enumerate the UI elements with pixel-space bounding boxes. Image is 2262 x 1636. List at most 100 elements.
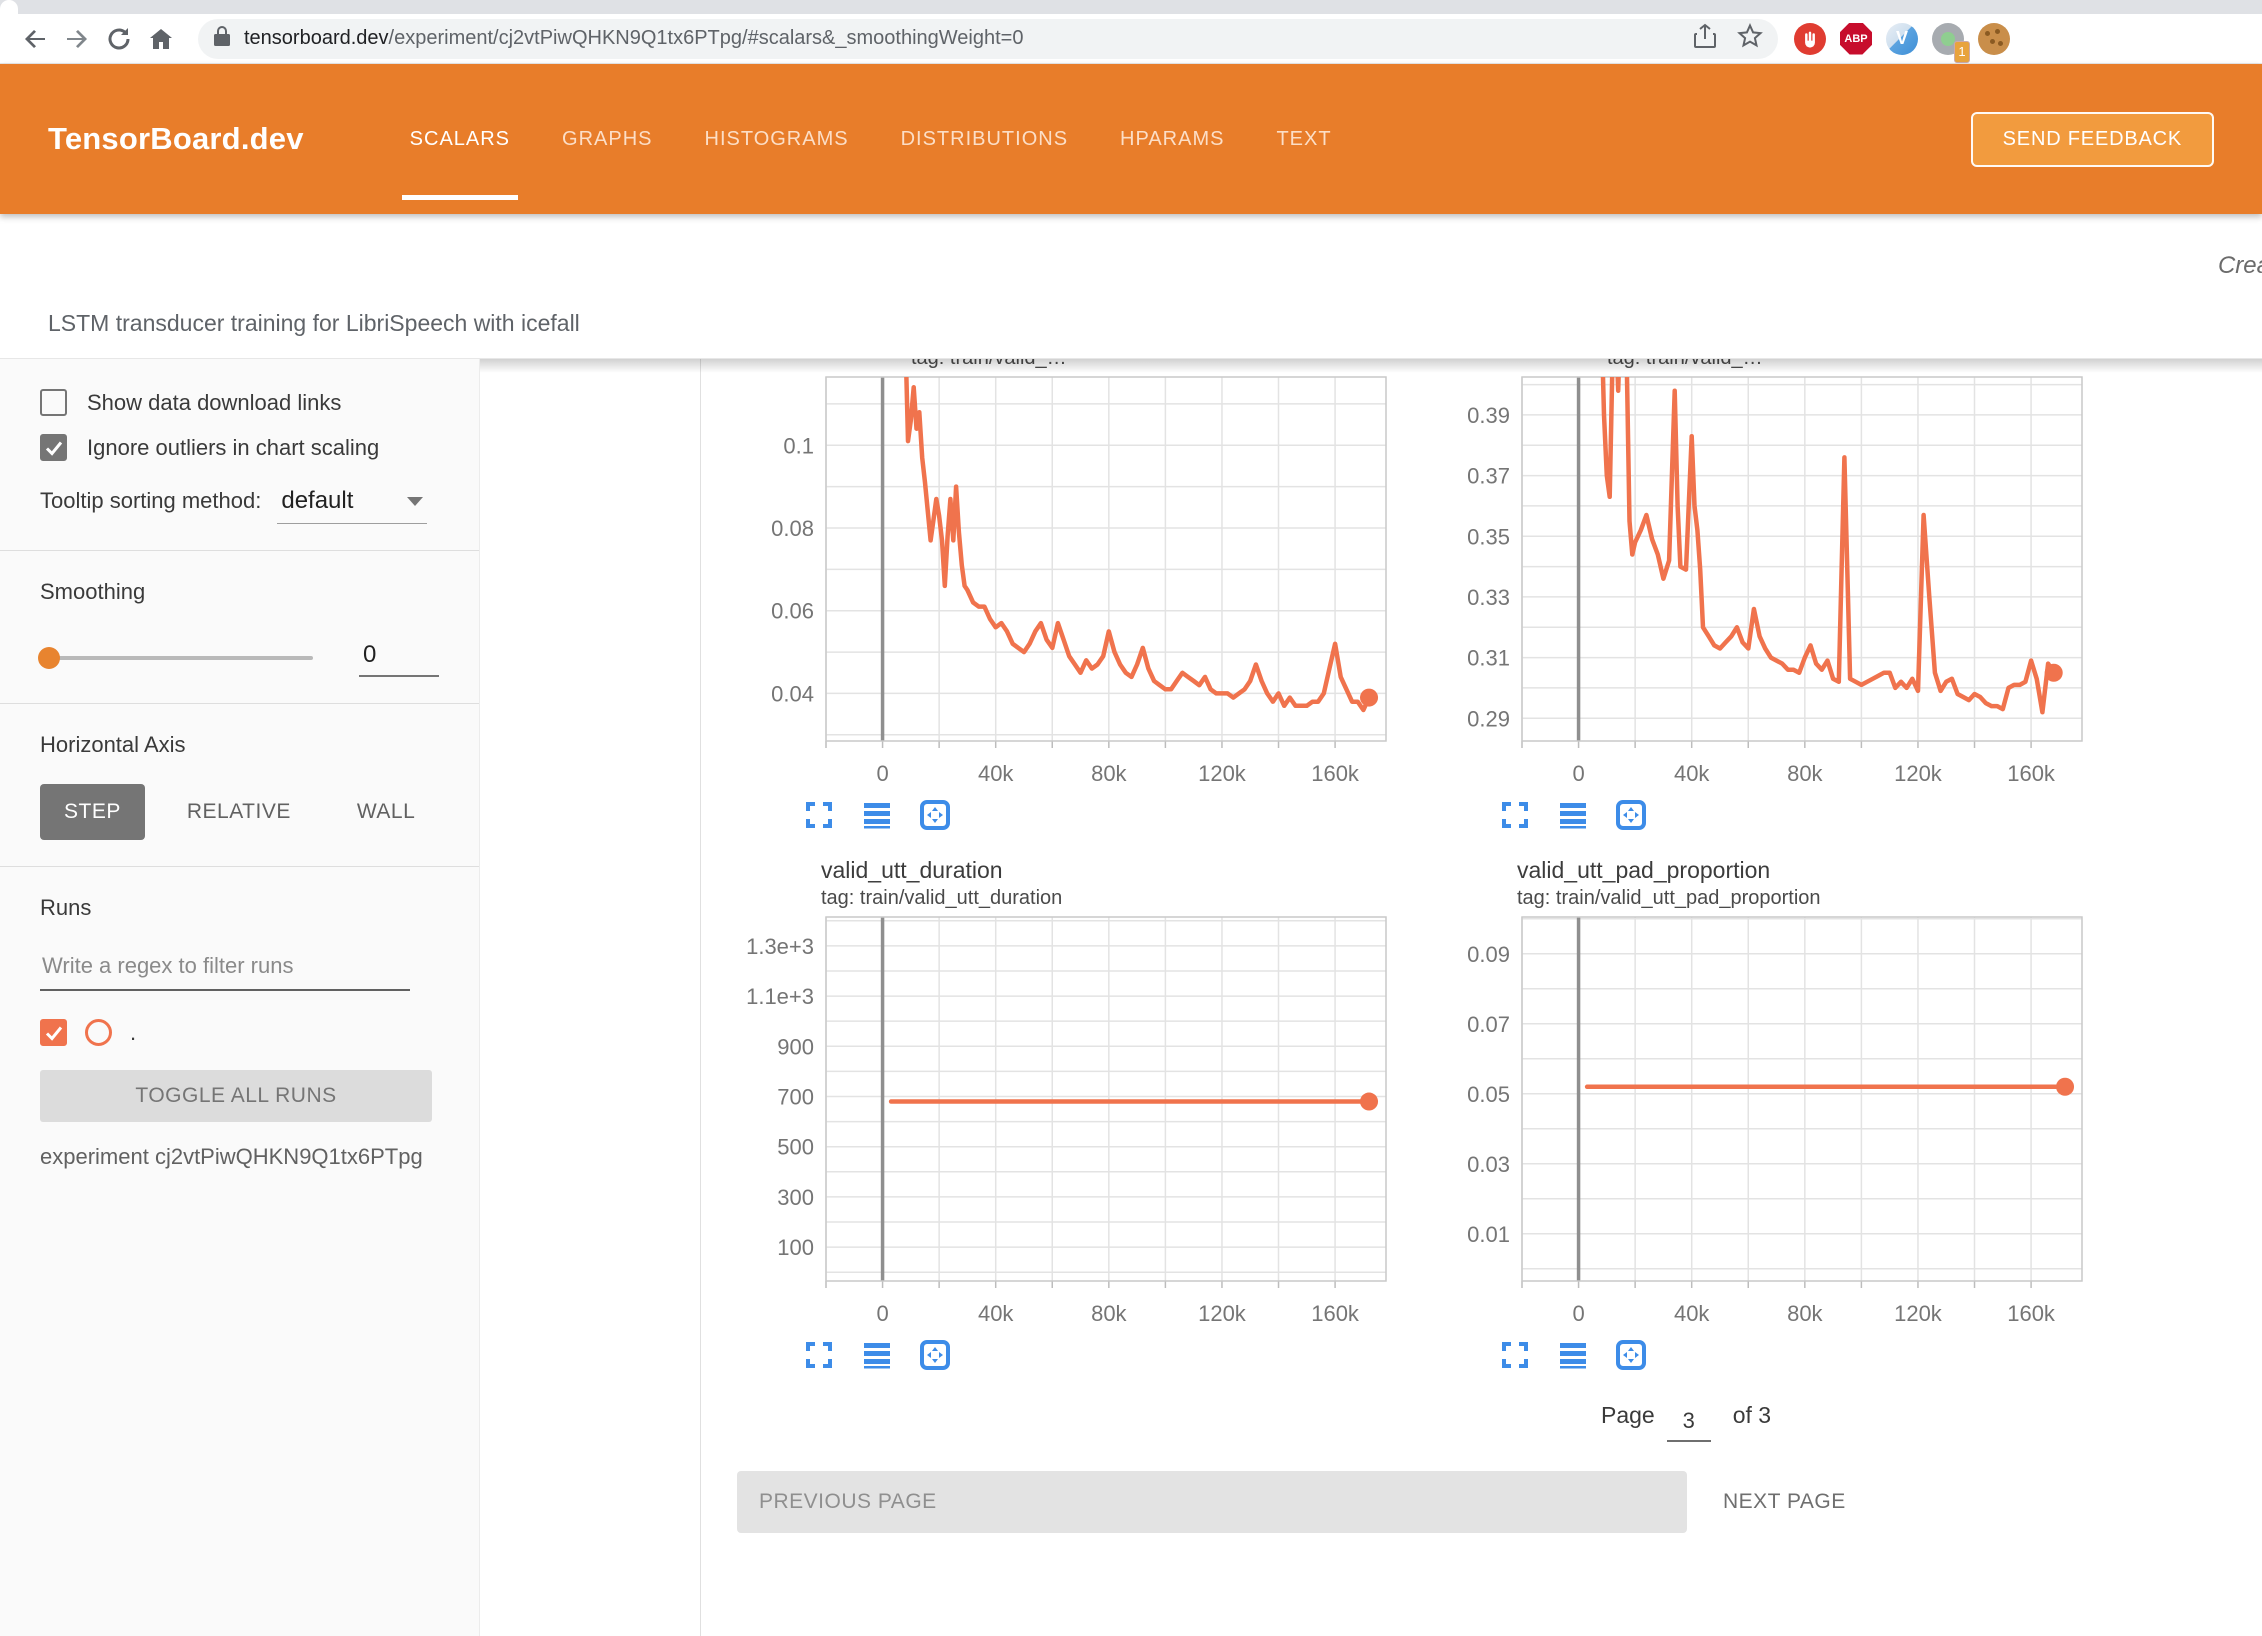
extensions-area: ABP V 1: [1794, 23, 2010, 55]
created-text: Crea: [2218, 252, 2262, 280]
scroll-shadow: [480, 359, 2262, 373]
data-table-icon[interactable]: [861, 799, 893, 831]
url-host: tensorboard.dev: [244, 27, 389, 49]
reload-icon[interactable]: [98, 18, 140, 60]
line-chart[interactable]: 040k80k120k160k0.010.030.050.070.09: [1427, 911, 2107, 1331]
abp-extension-icon[interactable]: ABP: [1840, 23, 1872, 55]
ignore-outliers-row[interactable]: Ignore outliers in chart scaling: [40, 434, 439, 461]
ignore-outliers-label: Ignore outliers in chart scaling: [87, 435, 379, 461]
fit-domain-icon[interactable]: [919, 1339, 951, 1371]
svg-text:300: 300: [777, 1185, 814, 1210]
ignore-outliers-checkbox[interactable]: [40, 434, 67, 461]
fullscreen-icon[interactable]: [1499, 799, 1531, 831]
axis-wall-button[interactable]: WALL: [333, 784, 439, 840]
chart-title: valid_utt_pad_proportion: [1427, 855, 2107, 885]
line-chart[interactable]: 040k80k120k160k1003005007009001.1e+31.3e…: [731, 911, 1411, 1331]
smoothing-slider[interactable]: [40, 656, 313, 660]
back-icon[interactable]: [14, 18, 56, 60]
line-chart[interactable]: 040k80k120k160k0.040.060.080.1: [731, 371, 1411, 791]
next-page-button[interactable]: NEXT PAGE: [1723, 1490, 1846, 1514]
tab-scalars[interactable]: SCALARS: [384, 64, 536, 214]
svg-text:80k: 80k: [1091, 1301, 1127, 1326]
pagination: Page of 3: [1601, 1397, 2262, 1437]
svg-text:0.39: 0.39: [1467, 403, 1510, 428]
experiment-subheader: Crea LSTM transducer training for LibriS…: [0, 214, 2262, 358]
svg-text:700: 700: [777, 1084, 814, 1109]
v-extension-icon[interactable]: V: [1886, 23, 1918, 55]
url-text: tensorboard.dev/experiment/cj2vtPiwQHKN9…: [244, 27, 1023, 50]
page-number-input[interactable]: [1667, 1408, 1711, 1442]
svg-text:0.07: 0.07: [1467, 1012, 1510, 1037]
active-tab-corner: [0, 0, 18, 14]
smoothing-slider-thumb[interactable]: [38, 647, 60, 669]
tab-hparams[interactable]: HPARAMS: [1094, 64, 1250, 214]
svg-text:900: 900: [777, 1034, 814, 1059]
tab-distributions[interactable]: DISTRIBUTIONS: [875, 64, 1094, 214]
chart-title: valid_utt_duration: [731, 855, 1411, 885]
axis-step-button[interactable]: STEP: [40, 784, 145, 840]
settings-sidebar: Show data download links Ignore outliers…: [0, 359, 480, 1636]
fit-domain-icon[interactable]: [919, 799, 951, 831]
svg-text:0.09: 0.09: [1467, 942, 1510, 967]
svg-text:1.3e+3: 1.3e+3: [746, 934, 814, 959]
axis-relative-button[interactable]: RELATIVE: [163, 784, 315, 840]
fullscreen-icon[interactable]: [803, 1339, 835, 1371]
line-chart[interactable]: 040k80k120k160k0.290.310.330.350.370.39: [1427, 371, 2107, 791]
adblock-extension-icon[interactable]: [1794, 23, 1826, 55]
tab-text[interactable]: TEXT: [1250, 64, 1357, 214]
nav-tabs: SCALARS GRAPHS HISTOGRAMS DISTRIBUTIONS …: [384, 64, 1358, 214]
data-table-icon[interactable]: [1557, 1339, 1589, 1371]
show-download-links-row[interactable]: Show data download links: [40, 389, 439, 416]
svg-text:160k: 160k: [1311, 1301, 1360, 1326]
fullscreen-icon[interactable]: [1499, 1339, 1531, 1371]
svg-text:0.01: 0.01: [1467, 1222, 1510, 1247]
chart-card: tag: train/valid_… 040k80k120k160k0.290.…: [1427, 359, 2107, 831]
svg-text:0.03: 0.03: [1467, 1152, 1510, 1177]
share-icon[interactable]: [1692, 22, 1718, 55]
data-table-icon[interactable]: [1557, 799, 1589, 831]
toggle-all-runs-button[interactable]: TOGGLE ALL RUNS: [40, 1070, 432, 1122]
app-logo: TensorBoard.dev: [48, 121, 304, 157]
tab-histograms[interactable]: HISTOGRAMS: [679, 64, 875, 214]
tooltip-sorting-dropdown[interactable]: default: [277, 487, 427, 524]
svg-text:500: 500: [777, 1135, 814, 1160]
page-label: Page: [1601, 1402, 1655, 1429]
browser-toolbar: tensorboard.dev/experiment/cj2vtPiwQHKN9…: [0, 14, 2262, 64]
show-download-links-label: Show data download links: [87, 390, 341, 416]
fit-domain-icon[interactable]: [1615, 799, 1647, 831]
svg-text:0.33: 0.33: [1467, 585, 1510, 610]
bookmark-star-icon[interactable]: [1736, 22, 1764, 55]
svg-text:1.1e+3: 1.1e+3: [746, 984, 814, 1009]
horizontal-axis-label: Horizontal Axis: [40, 732, 439, 758]
browser-tabstrip: [0, 0, 2262, 14]
svg-text:0.35: 0.35: [1467, 524, 1510, 549]
data-table-icon[interactable]: [861, 1339, 893, 1371]
run-item[interactable]: .: [40, 1019, 439, 1046]
forward-icon[interactable]: [56, 18, 98, 60]
runs-regex-input[interactable]: [40, 947, 410, 991]
svg-text:120k: 120k: [1894, 1301, 1943, 1326]
fit-domain-icon[interactable]: [1615, 1339, 1647, 1371]
show-download-links-checkbox[interactable]: [40, 389, 67, 416]
svg-text:100: 100: [777, 1235, 814, 1260]
experiment-id-label: experiment cj2vtPiwQHKN9Q1tx6PTpg: [40, 1144, 439, 1170]
run-name: .: [130, 1020, 136, 1046]
svg-text:120k: 120k: [1198, 1301, 1247, 1326]
svg-text:120k: 120k: [1894, 761, 1943, 786]
svg-text:160k: 160k: [2007, 761, 2056, 786]
cookie-extension-icon[interactable]: [1978, 23, 2010, 55]
send-feedback-button[interactable]: SEND FEEDBACK: [1971, 112, 2214, 167]
previous-page-button[interactable]: PREVIOUS PAGE: [737, 1471, 1687, 1533]
home-icon[interactable]: [140, 18, 182, 60]
smoothing-value-input[interactable]: [359, 639, 439, 677]
chart-tag: tag: train/valid_utt_pad_proportion: [1427, 885, 2107, 911]
svg-text:80k: 80k: [1787, 761, 1823, 786]
profile-extension-icon[interactable]: 1: [1932, 23, 1964, 55]
fullscreen-icon[interactable]: [803, 799, 835, 831]
svg-text:80k: 80k: [1787, 1301, 1823, 1326]
run-checkbox[interactable]: [40, 1019, 67, 1046]
run-color-circle[interactable]: [85, 1019, 112, 1046]
chevron-down-icon: [407, 497, 423, 506]
url-bar[interactable]: tensorboard.dev/experiment/cj2vtPiwQHKN9…: [198, 19, 1778, 59]
tab-graphs[interactable]: GRAPHS: [536, 64, 678, 214]
